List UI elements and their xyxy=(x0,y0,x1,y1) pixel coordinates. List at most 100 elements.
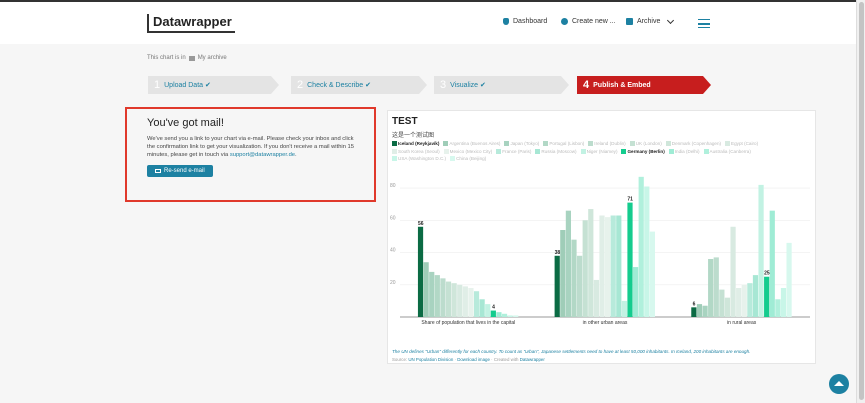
chart-bar xyxy=(473,291,480,317)
nav-archive-label: Archive xyxy=(637,18,661,25)
legend-item: Germany (Berlin) xyxy=(621,148,665,156)
step-label: Visualize ✔ xyxy=(450,82,486,89)
legend-swatch xyxy=(450,156,456,161)
chart-bar xyxy=(696,304,703,317)
legend-item: Denmark (Copenhagen) xyxy=(665,140,721,148)
chart-bar xyxy=(708,259,714,317)
support-email-link[interactable]: support@datawrapper.de xyxy=(230,152,295,158)
step-number: 4 xyxy=(583,79,590,91)
legend-label: Iceland (Reykjavík) xyxy=(398,141,440,146)
chart-bar xyxy=(565,210,571,317)
chart-bar xyxy=(775,299,781,317)
step-visualize[interactable]: 3 Visualize ✔ xyxy=(434,76,569,94)
chart-bar xyxy=(507,315,513,317)
data-label: 25 xyxy=(764,271,770,277)
archive-location: This chart is in My archive xyxy=(147,55,227,61)
chart-bar xyxy=(627,202,633,317)
nav-create-new[interactable]: Create new ... xyxy=(561,18,616,25)
y-tick-label: 60 xyxy=(390,215,396,221)
bell-icon xyxy=(503,18,509,25)
chart-preview: TEST 这是一个测试图 Iceland (Reykjavík) Argentin… xyxy=(387,110,816,364)
legend-item: Niger (Niamey) xyxy=(580,148,618,156)
chart-bar xyxy=(513,315,519,317)
folder-icon xyxy=(188,55,195,61)
envelope-icon xyxy=(155,169,161,173)
data-label: 6 xyxy=(693,301,696,307)
step-upload-data[interactable]: 1 Upload Data ✔ xyxy=(148,76,279,94)
x-category-label: Share of population that lives in the ca… xyxy=(421,320,515,326)
chart-bar xyxy=(423,262,429,317)
legend-label: Australia (Canberra) xyxy=(709,148,751,154)
data-label: 4 xyxy=(492,305,495,311)
legend-swatch xyxy=(535,148,541,154)
legend-swatch xyxy=(443,141,449,146)
legend-label: UK (London) xyxy=(635,141,662,146)
legend-item: Ireland (Dublin) xyxy=(588,140,626,148)
data-label: 71 xyxy=(627,197,633,203)
mail-confirmation-panel: You've got mail! We've send you a link t… xyxy=(125,107,376,202)
chart-bar xyxy=(457,284,463,317)
resend-email-button[interactable]: Re-send e-mail xyxy=(147,165,213,177)
legend-label: Russia (Moscow) xyxy=(541,148,577,154)
datawrapper-link[interactable]: Datawrapper xyxy=(520,357,545,362)
chart-bar xyxy=(593,279,599,317)
legend-label: South Korea (Seoul) xyxy=(398,148,440,154)
data-label: 38 xyxy=(555,250,561,256)
chart-bar xyxy=(691,307,697,317)
legend-label: Ireland (Dublin) xyxy=(594,141,626,146)
datawrapper-logo[interactable]: Datawrapper xyxy=(147,14,235,33)
help-chat-button[interactable] xyxy=(829,374,849,394)
page-scrollbar[interactable] xyxy=(856,0,865,403)
chart-bar xyxy=(644,186,650,317)
legend-swatch xyxy=(703,148,709,154)
chart-source: Source: UN Population Division · Downloa… xyxy=(392,357,545,362)
legend-item: Australia (Canberra) xyxy=(703,148,751,156)
legend-swatch xyxy=(588,141,594,146)
source-link[interactable]: UN Population Division xyxy=(408,357,453,362)
scrollbar-thumb[interactable] xyxy=(859,2,864,400)
nav-dashboard[interactable]: Dashboard xyxy=(503,18,547,25)
legend-item: Portugal (Lisbon) xyxy=(543,140,584,148)
legend-item: Argentina (Buenos Aires) xyxy=(443,140,500,148)
step-number: 2 xyxy=(297,79,304,91)
step-check-describe[interactable]: 2 Check & Describe ✔ xyxy=(291,76,427,94)
legend-swatch xyxy=(725,141,731,146)
hamburger-menu-icon[interactable] xyxy=(698,19,710,28)
archive-folder-link[interactable]: My archive xyxy=(198,55,227,61)
data-label: 56 xyxy=(418,221,424,227)
plus-circle-icon xyxy=(561,18,568,25)
step-label: Upload Data ✔ xyxy=(164,82,211,89)
mail-title: You've got mail! xyxy=(147,117,224,129)
download-image-link[interactable]: Download image xyxy=(457,357,490,362)
step-number: 3 xyxy=(440,79,447,91)
legend-label: Niger (Niamey) xyxy=(586,148,618,154)
chart-bar xyxy=(571,239,577,317)
legend-label: Mexico (Mexico City) xyxy=(449,148,493,154)
mail-text: We've send you a link to your chart via … xyxy=(147,135,354,159)
chart-bar xyxy=(758,184,764,317)
legend-label: USA (Washington D.C.) xyxy=(398,156,447,161)
chart-bar xyxy=(702,305,708,317)
chart-bar xyxy=(724,297,731,317)
nav-archive[interactable]: Archive xyxy=(626,16,675,25)
step-publish-embed[interactable]: 4 Publish & Embed xyxy=(577,76,711,94)
main-content: This chart is in My archive 1 Upload Dat… xyxy=(0,44,856,403)
created-with-label: Created with xyxy=(493,357,519,362)
y-tick-label: 20 xyxy=(390,280,396,286)
legend-label: Germany (Berlin) xyxy=(627,148,665,154)
legend-swatch xyxy=(580,148,586,154)
legend-swatch xyxy=(504,141,510,146)
chart-bar xyxy=(786,242,792,317)
chart-bar xyxy=(713,257,719,317)
chevron-down-icon xyxy=(667,16,675,24)
nav-dashboard-label: Dashboard xyxy=(513,18,548,25)
x-category-label: in rural areas xyxy=(727,320,757,326)
chart-bar xyxy=(479,299,485,317)
chart-bar xyxy=(752,275,759,317)
legend-label: Egypt (Cairo) xyxy=(731,141,759,146)
legend-item: Egypt (Cairo) xyxy=(725,140,758,148)
chart-bar xyxy=(501,313,508,317)
chart-bar xyxy=(599,215,605,317)
chart-bar xyxy=(434,275,440,317)
legend-item: South Korea (Seoul) xyxy=(392,148,440,156)
